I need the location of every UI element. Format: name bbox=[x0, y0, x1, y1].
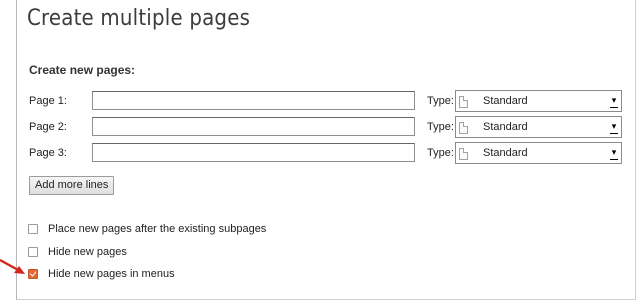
dropdown-arrow-icon[interactable]: ▾ bbox=[609, 147, 619, 161]
hide-in-menus-checkbox[interactable] bbox=[28, 269, 38, 279]
page-1-type-select[interactable]: Standard ▾ bbox=[455, 90, 622, 112]
page-1-type-label: Type: bbox=[427, 95, 454, 107]
page-3-type-value: Standard bbox=[483, 147, 528, 159]
page-row-1: Page 1: Type: Standard ▾ bbox=[0, 90, 638, 114]
page-document-icon bbox=[459, 122, 468, 134]
page-3-type-select[interactable]: Standard ▾ bbox=[455, 142, 622, 164]
hide-in-menus-label[interactable]: Hide new pages in menus bbox=[48, 268, 175, 280]
page-1-type-value: Standard bbox=[483, 95, 528, 107]
page-1-title-input[interactable] bbox=[92, 91, 415, 110]
add-more-lines-button[interactable]: Add more lines bbox=[29, 176, 115, 195]
page-row-3: Page 3: Type: Standard ▾ bbox=[0, 142, 638, 166]
page-3-label: Page 3: bbox=[29, 147, 67, 159]
dropdown-arrow-icon[interactable]: ▾ bbox=[609, 121, 619, 135]
page-document-icon bbox=[459, 96, 468, 108]
page-row-2: Page 2: Type: Standard ▾ bbox=[0, 116, 638, 140]
section-heading: Create new pages: bbox=[29, 63, 136, 77]
page-document-icon bbox=[459, 148, 468, 160]
page-2-label: Page 2: bbox=[29, 121, 67, 133]
dropdown-arrow-icon[interactable]: ▾ bbox=[609, 95, 619, 109]
page-3-title-input[interactable] bbox=[92, 143, 415, 162]
page-2-type-value: Standard bbox=[483, 121, 528, 133]
page-2-type-label: Type: bbox=[427, 121, 454, 133]
place-after-checkbox[interactable] bbox=[28, 224, 38, 234]
place-after-label[interactable]: Place new pages after the existing subpa… bbox=[48, 223, 266, 235]
hide-pages-label[interactable]: Hide new pages bbox=[48, 246, 127, 258]
red-arrow-pointer-icon bbox=[0, 258, 25, 274]
page-title: Create multiple pages bbox=[27, 6, 251, 31]
hide-pages-checkbox[interactable] bbox=[28, 247, 38, 257]
page-1-label: Page 1: bbox=[29, 95, 67, 107]
page-3-type-label: Type: bbox=[427, 147, 454, 159]
page-2-title-input[interactable] bbox=[92, 117, 415, 136]
page-2-type-select[interactable]: Standard ▾ bbox=[455, 116, 622, 138]
